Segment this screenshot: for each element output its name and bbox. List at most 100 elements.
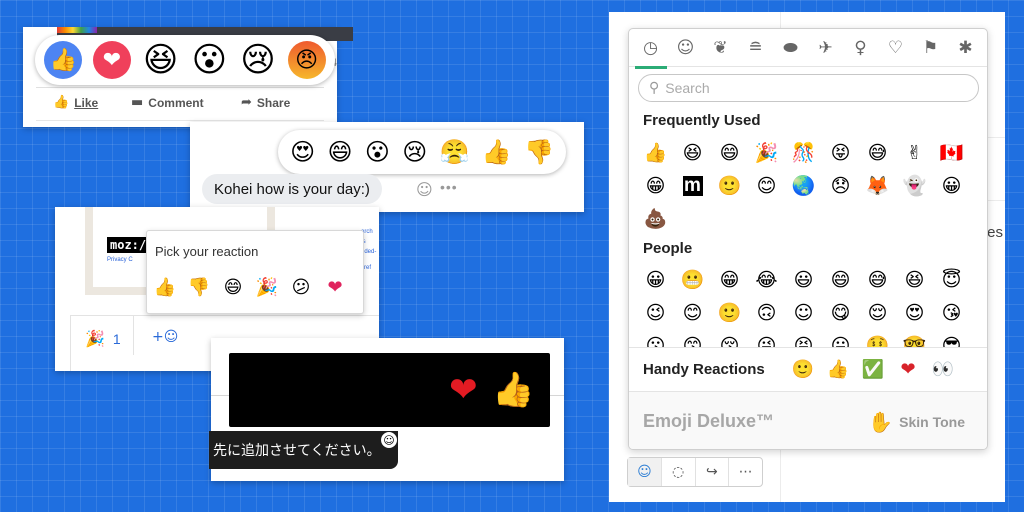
more-icon[interactable]: ⋯ bbox=[729, 458, 762, 486]
emoji-cell[interactable]: 😂 bbox=[748, 263, 785, 296]
emoji-cell[interactable]: 🌏 bbox=[785, 169, 822, 202]
emoji-cell[interactable]: 😞 bbox=[822, 169, 859, 202]
emoji-cell[interactable]: 👍 bbox=[637, 136, 674, 169]
emoji-cell[interactable]: 😀 bbox=[637, 263, 674, 296]
reply-thread-icon[interactable]: ◌ bbox=[662, 458, 696, 486]
thumbs-up-reaction[interactable]: 👍 bbox=[827, 359, 849, 380]
scream-reaction[interactable]: 😱 bbox=[345, 370, 380, 410]
emoji-cell[interactable]: 😋 bbox=[822, 296, 859, 329]
wow-reaction-button[interactable]: 😮 bbox=[190, 40, 228, 80]
emoji-cell[interactable]: 🎉 bbox=[748, 136, 785, 169]
add-reaction-icon[interactable]: ☺ bbox=[628, 458, 662, 486]
emoji-cell[interactable]: 💩 bbox=[637, 202, 674, 235]
heart-eyes-reaction[interactable]: 😍 bbox=[290, 138, 315, 166]
emoji-cell[interactable]: 😃 bbox=[785, 263, 822, 296]
emoji-cell[interactable]: 🤑 bbox=[859, 329, 896, 347]
emoji-cell[interactable]: 😄 bbox=[711, 136, 748, 169]
existing-reaction[interactable]: 🎉 1 bbox=[85, 329, 121, 348]
emoji-cell[interactable]: 😊 bbox=[674, 296, 711, 329]
emoji-cell[interactable]: 🙂 bbox=[711, 296, 748, 329]
emoji-cell[interactable]: 😆 bbox=[674, 136, 711, 169]
football-icon[interactable]: ⬬ bbox=[777, 38, 805, 58]
smiley-icon[interactable]: ☺ bbox=[672, 38, 700, 58]
emoji-cell[interactable]: 🙂 bbox=[711, 169, 748, 202]
check-mark-reaction[interactable]: ✅ bbox=[862, 359, 884, 380]
add-reaction-icon[interactable]: ☺ bbox=[381, 432, 397, 448]
emoji-cell[interactable]: 😅 bbox=[859, 136, 896, 169]
emoji-cell[interactable]: 😝 bbox=[785, 329, 822, 348]
emoji-cell[interactable]: ☺ bbox=[785, 296, 822, 329]
flag-icon[interactable]: ⚑ bbox=[917, 38, 945, 58]
emoji-cell[interactable]: 😄 bbox=[822, 263, 859, 296]
comment-button[interactable]: ▬ Comment bbox=[131, 95, 204, 110]
emoji-cell[interactable]: 😜 bbox=[748, 329, 785, 348]
gear-icon[interactable]: ✱ bbox=[952, 38, 980, 58]
emoji-cell[interactable]: 😎 bbox=[933, 329, 970, 348]
emoji-cell[interactable]: 👻 bbox=[896, 169, 933, 202]
emoji-cell[interactable]: 😅 bbox=[859, 263, 896, 296]
thumbs-down-reaction[interactable]: 👎 bbox=[524, 138, 554, 166]
emoji-cell[interactable]: 😛 bbox=[822, 329, 859, 348]
emoji-cell[interactable]: 😍 bbox=[896, 296, 933, 329]
skin-tone-button[interactable]: ✋ Skin Tone bbox=[868, 410, 965, 434]
thumbs-down-option[interactable]: 👎 bbox=[188, 277, 210, 298]
emoji-cell[interactable]: ✌ bbox=[896, 136, 933, 169]
smile-option[interactable]: 😄 bbox=[223, 277, 243, 298]
slight-smile-reaction[interactable]: 🙂 bbox=[792, 359, 814, 380]
burger-icon[interactable]: ≘ bbox=[742, 38, 770, 58]
emoji-cell[interactable]: 😊 bbox=[748, 169, 785, 202]
angry-reaction[interactable]: 😤 bbox=[440, 138, 470, 166]
emoji-cell[interactable]: 😗 bbox=[637, 329, 674, 348]
more-options-icon[interactable]: ••• bbox=[440, 179, 458, 195]
like-reaction-button[interactable]: 👍 bbox=[44, 41, 83, 79]
emoji-cell[interactable]: 😆 bbox=[896, 263, 933, 296]
emoji-cell[interactable]: m bbox=[674, 169, 711, 202]
love-reaction-button[interactable]: ❤ bbox=[92, 41, 131, 79]
heart-icon[interactable]: ♡ bbox=[882, 38, 910, 58]
emoji-cell[interactable]: 🦊 bbox=[859, 169, 896, 202]
emoji-cell[interactable]: 😙 bbox=[674, 329, 711, 348]
thumbs-up-option[interactable]: 👍 bbox=[154, 277, 176, 298]
sad-reaction-button[interactable]: 😢 bbox=[239, 40, 277, 80]
emoji-cell[interactable]: 🇨🇦 bbox=[933, 136, 970, 169]
like-button[interactable]: 👍 Like bbox=[53, 95, 98, 110]
haha-reaction-button[interactable]: 😆 bbox=[142, 40, 180, 80]
footer-links[interactable]: Privacy C bbox=[107, 257, 133, 263]
party-option[interactable]: 🎉 bbox=[256, 277, 278, 298]
emoji-cell[interactable]: 😚 bbox=[711, 329, 748, 348]
thumbs-up-reaction[interactable]: 👍 bbox=[492, 370, 534, 410]
angry-reaction-button[interactable]: 😠 bbox=[287, 41, 326, 79]
bulb-icon[interactable]: ♀ bbox=[847, 38, 875, 58]
sweat-reaction[interactable]: 😓 bbox=[294, 370, 329, 410]
crying-reaction[interactable]: 😢 bbox=[402, 138, 427, 166]
eyes-reaction[interactable]: 👀 bbox=[932, 359, 954, 380]
emoji-cell[interactable]: 😇 bbox=[933, 263, 970, 296]
tears-of-joy-reaction[interactable]: 😂 bbox=[395, 370, 435, 410]
share-icon[interactable]: ↪ bbox=[696, 458, 730, 486]
emoji-search-input[interactable]: ⚲ Search bbox=[638, 74, 979, 102]
heart-reaction[interactable]: ❤ bbox=[898, 359, 918, 380]
thumbs-up-reaction[interactable]: 👍 bbox=[482, 138, 512, 166]
emoji-cell[interactable]: 😬 bbox=[674, 263, 711, 296]
add-reaction-icon[interactable]: ☺ bbox=[416, 180, 433, 199]
emoji-cell[interactable]: 😉 bbox=[637, 296, 674, 329]
surprised-reaction[interactable]: 😮 bbox=[365, 138, 390, 166]
emoji-cell[interactable]: 😀 bbox=[933, 169, 970, 202]
leaf-icon[interactable]: ❦ bbox=[707, 38, 735, 58]
emoji-cell[interactable]: 🤓 bbox=[896, 329, 933, 347]
emoji-cell[interactable]: 😝 bbox=[822, 136, 859, 169]
clock-icon[interactable]: ◷ bbox=[634, 38, 667, 69]
heart-option[interactable]: ❤ bbox=[325, 277, 345, 298]
emoji-cell[interactable]: 😁 bbox=[637, 169, 674, 202]
emoji-cell[interactable]: 🙃 bbox=[748, 296, 785, 329]
emoji-cell[interactable]: 😌 bbox=[859, 296, 896, 329]
plane-icon[interactable]: ✈ bbox=[812, 38, 840, 58]
add-reaction-button[interactable]: +☺ bbox=[152, 329, 178, 345]
emoji-cell[interactable]: 😘 bbox=[933, 296, 970, 329]
emoji-cell[interactable]: 🎊 bbox=[785, 136, 822, 169]
emoji-cell[interactable]: 😁 bbox=[711, 263, 748, 296]
grin-reaction[interactable]: 😄 bbox=[328, 138, 353, 166]
confused-option[interactable]: 😕 bbox=[291, 277, 311, 298]
heart-reaction[interactable]: ❤ bbox=[449, 370, 478, 410]
share-button[interactable]: ➦ Share bbox=[241, 95, 290, 110]
